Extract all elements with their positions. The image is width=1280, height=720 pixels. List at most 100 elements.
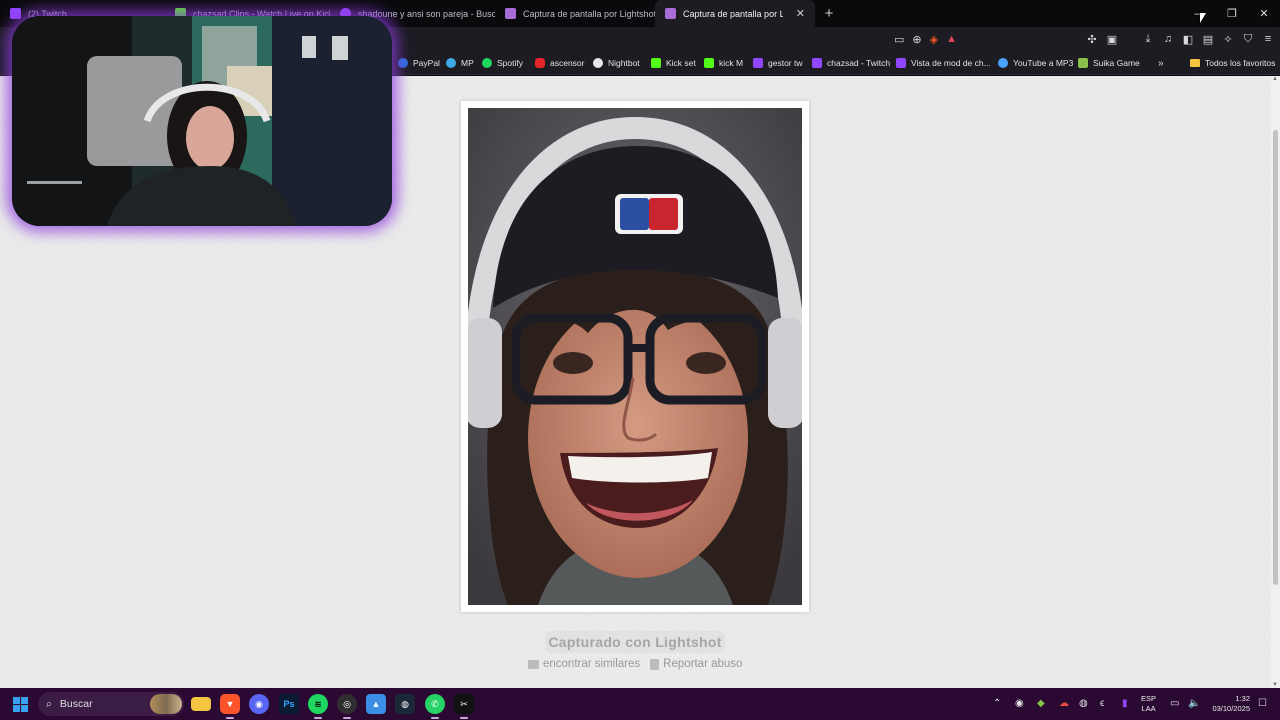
taskbar-search[interactable]: ⌕ Buscar	[38, 692, 184, 716]
report-abuse-label: Reportar abuso	[663, 658, 743, 670]
bookmark-label: PayPal	[413, 58, 440, 68]
bookmark-label: kick M	[719, 58, 744, 68]
lightshot-feather-icon	[505, 8, 516, 19]
whatsapp-icon[interactable]: ✆	[425, 694, 445, 719]
tab-search-icon[interactable]: ▣	[1106, 33, 1118, 46]
restore-button[interactable]: ❐	[1216, 0, 1248, 27]
bookmark-suika-game[interactable]: Suika Game	[1078, 51, 1140, 75]
window-controls: — ❐ ✕	[1184, 0, 1280, 27]
vpn-icon[interactable]: ⛉	[1242, 33, 1254, 45]
search-icon: ⌕	[46, 697, 52, 710]
tab-label: shadoune y ansi son pareja - Buscar	[358, 8, 495, 19]
media-icon[interactable]: ♫	[1162, 33, 1174, 45]
spotify-icon[interactable]: ≋	[308, 694, 328, 719]
bookmark-nightbot[interactable]: Nightbot	[593, 51, 640, 75]
nightbot-icon	[593, 58, 603, 68]
bookmark-label: chazsad - Twitch	[827, 58, 891, 68]
close-tab-icon[interactable]: ✕	[796, 7, 805, 20]
scroll-up-icon[interactable]: ▲	[1272, 76, 1278, 82]
brave-rewards-icon[interactable]: ▲	[946, 33, 957, 45]
bookmark-label: Nightbot	[608, 58, 640, 68]
portrait-photo	[468, 108, 802, 605]
bookmark-mod-view[interactable]: Vista de mod de ch...	[896, 51, 991, 75]
bluetooth-tray-icon[interactable]: ϵ	[1100, 698, 1104, 709]
leo-ai-icon[interactable]: ✧	[1222, 33, 1234, 46]
tray-app-icon[interactable]: ☁	[1059, 698, 1069, 709]
tab-label: Captura de pantalla por Lightshot	[523, 8, 655, 19]
obs-icon[interactable]: ◎	[337, 694, 357, 719]
network-icon[interactable]: ▭	[1170, 698, 1179, 709]
webcam-overlay	[12, 16, 392, 226]
twitch-tray-icon[interactable]: ▮	[1122, 698, 1128, 709]
bookmark-kick-set[interactable]: Kick set	[651, 51, 696, 75]
mouse-cursor	[1200, 13, 1206, 23]
windows-taskbar: ⌕ Buscar ▼ ◉ Ps ≋ ◎ ▲ ◍ ✆ ✂ ⌃ ◉ ◆ ☁ ◍ ϵ …	[0, 688, 1280, 720]
bookmark-label: Todos los favoritos	[1205, 58, 1276, 68]
page-scrollbar[interactable]: ▲ ▼	[1271, 76, 1280, 688]
all-bookmarks-folder[interactable]: Todos los favoritos	[1190, 51, 1275, 75]
bookmark-paypal[interactable]: PayPal	[398, 51, 440, 75]
tab-lightshot-1[interactable]: Captura de pantalla por Lightshot	[495, 0, 655, 27]
photos-icon[interactable]: ▲	[366, 694, 386, 714]
bookmark-label: Spotify	[497, 58, 523, 68]
webcam-feed	[12, 16, 392, 226]
bookmark-label: ascensor	[550, 58, 585, 68]
bookmark-kick-m[interactable]: kick M	[704, 51, 743, 75]
bookmark-chazsad-twitch[interactable]: chazsad - Twitch	[812, 51, 890, 75]
steam-icon[interactable]: ◍	[395, 694, 415, 714]
nvidia-tray-icon[interactable]: ◆	[1037, 698, 1045, 709]
discord-tray-icon[interactable]: ◉	[1015, 698, 1024, 709]
twitch-icon	[896, 58, 906, 68]
notifications-icon[interactable]: ☐	[1258, 698, 1267, 709]
kick-icon	[651, 58, 661, 68]
find-similar-link[interactable]: encontrar similares	[528, 658, 640, 670]
lightshot-feather-icon	[665, 8, 676, 19]
spotify-icon	[482, 58, 492, 68]
zoom-icon[interactable]: ⊕	[912, 33, 921, 46]
twitch-icon	[753, 58, 763, 68]
cloud-icon	[998, 58, 1008, 68]
brave-shield-icon[interactable]: ◈	[930, 33, 938, 46]
youtube-icon	[535, 58, 545, 68]
bookmark-youtube-mp3[interactable]: YouTube a MP3	[998, 51, 1073, 75]
download-icon[interactable]: ⤓	[1142, 33, 1154, 45]
report-abuse-link[interactable]: Reportar abuso	[650, 658, 742, 670]
extensions-icon[interactable]: ✣	[1086, 33, 1098, 46]
find-similar-label: encontrar similares	[543, 658, 641, 670]
image-actions: encontrar similares Reportar abuso	[528, 658, 742, 670]
sidebar-icon[interactable]: ◧	[1182, 33, 1194, 46]
bookmark-gestor-tw[interactable]: gestor tw	[753, 51, 803, 75]
capcut-icon[interactable]: ✂	[454, 694, 474, 719]
more-bookmarks-button[interactable]: »	[1158, 51, 1164, 75]
brave-browser-icon[interactable]: ▼	[220, 694, 240, 719]
tab-lightshot-active[interactable]: Captura de pantalla por Lightshot ✕	[655, 0, 815, 27]
bookmark-ascensor[interactable]: ascensor	[535, 51, 585, 75]
scrollbar-thumb[interactable]	[1273, 130, 1278, 585]
bookmark-spotify[interactable]: Spotify	[482, 51, 523, 75]
taskbar-search-label: Buscar	[59, 698, 93, 710]
discord-icon[interactable]: ◉	[249, 694, 269, 714]
show-hidden-icons-icon[interactable]: ⌃	[993, 698, 1001, 709]
kick-icon	[704, 58, 714, 68]
bookmark-label: YouTube a MP3	[1013, 58, 1074, 68]
screenshot-image[interactable]	[468, 108, 802, 605]
photoshop-icon[interactable]: Ps	[279, 694, 299, 714]
system-tray: ⌃ ◉ ◆ ☁ ◍ ϵ ▮ ESP LAA ▭ 🔈 1:32 03/10/202…	[980, 688, 1280, 720]
new-tab-button[interactable]: +	[815, 5, 843, 22]
file-explorer-icon[interactable]	[191, 697, 211, 711]
tab-label: Captura de pantalla por Lightshot	[683, 8, 783, 19]
volume-icon[interactable]: 🔈	[1188, 698, 1200, 709]
wallet-icon[interactable]: ▤	[1202, 33, 1214, 46]
menu-icon[interactable]: ≡	[1262, 33, 1274, 45]
language-indicator[interactable]: ESP LAA	[1141, 694, 1156, 714]
bookmark-mp[interactable]: MP	[446, 51, 474, 75]
twitch-icon	[812, 58, 822, 68]
clock[interactable]: 1:32 03/10/2025	[1202, 694, 1250, 714]
windows-start-icon[interactable]	[13, 697, 28, 712]
steam-tray-icon[interactable]: ◍	[1079, 698, 1088, 709]
close-window-button[interactable]: ✕	[1248, 0, 1280, 27]
clock-time: 1:32	[1235, 694, 1250, 703]
bookmark-label: Vista de mod de ch...	[911, 58, 991, 68]
bookmark-label: Kick set	[666, 58, 696, 68]
cast-icon[interactable]: ▭	[894, 33, 904, 46]
